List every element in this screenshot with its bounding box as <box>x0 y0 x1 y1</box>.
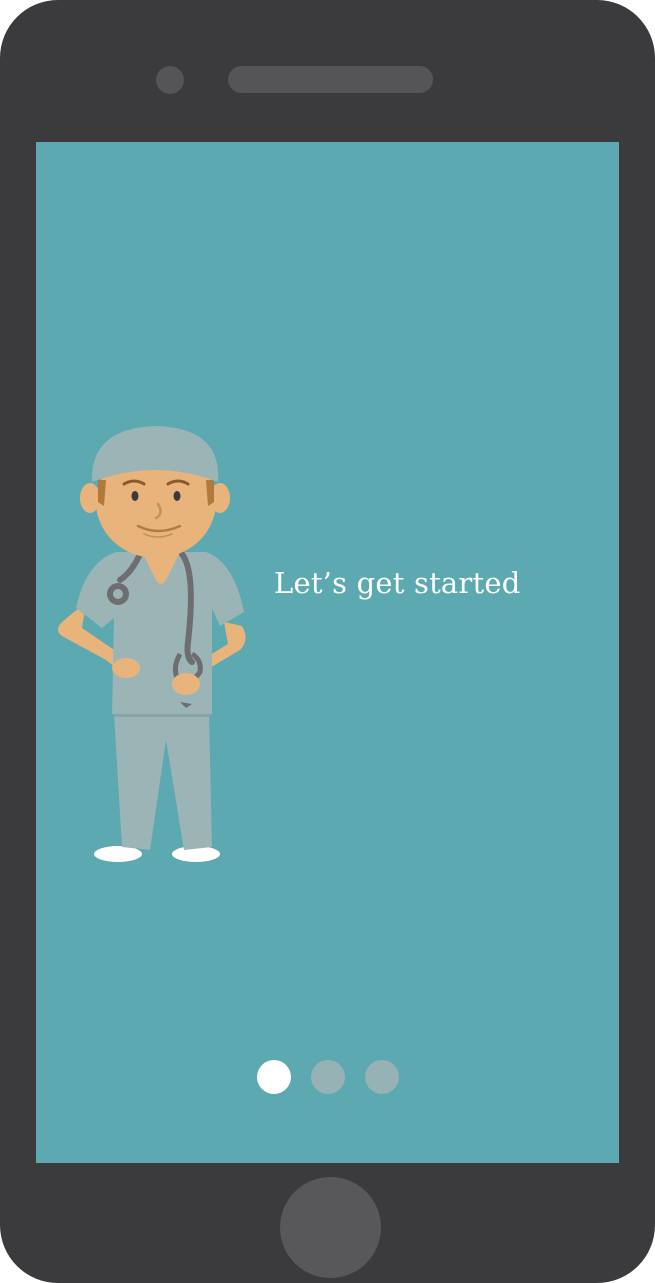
doctor-illustration <box>58 426 246 862</box>
onboarding-screen[interactable]: Let’s get started <box>36 142 619 1163</box>
scrub-pants <box>114 714 212 850</box>
page-indicator <box>257 1060 399 1094</box>
onboarding-headline: Let’s get started <box>274 566 521 600</box>
left-hand <box>112 658 140 678</box>
page-dot-1[interactable] <box>257 1060 291 1094</box>
left-shoe <box>94 846 142 862</box>
front-camera-icon <box>156 66 184 94</box>
phone-frame: Let’s get started <box>0 0 655 1283</box>
home-button[interactable] <box>280 1177 381 1278</box>
page-dot-3[interactable] <box>365 1060 399 1094</box>
page-dot-2[interactable] <box>311 1060 345 1094</box>
right-hand <box>172 673 200 695</box>
speaker-grille-icon <box>228 66 433 93</box>
